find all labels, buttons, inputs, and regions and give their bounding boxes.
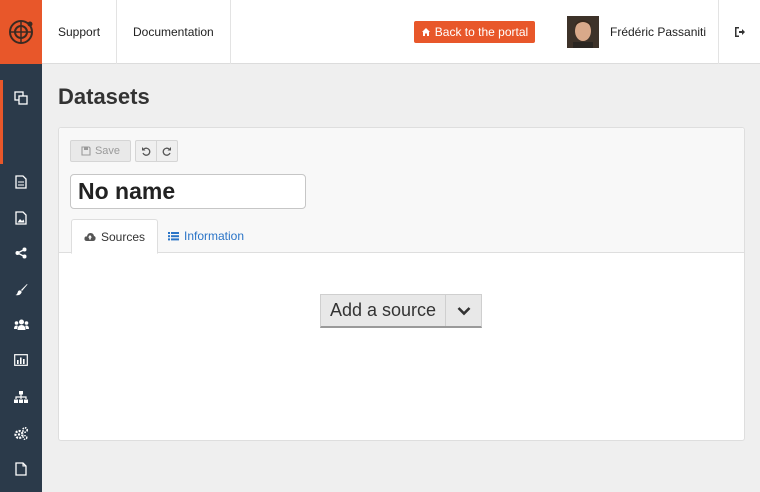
undo-button[interactable] [135, 140, 157, 162]
floppy-icon [81, 146, 91, 156]
avatar[interactable] [567, 16, 599, 48]
gears-icon [14, 426, 28, 440]
share-icon [15, 247, 27, 259]
save-button[interactable]: Save [70, 140, 131, 162]
page-title: Datasets [58, 84, 150, 109]
home-icon [421, 28, 430, 36]
sidebar-item-chart[interactable] [11, 350, 31, 370]
tab-sources[interactable]: Sources [71, 219, 159, 254]
image-file-icon [15, 211, 27, 225]
dataset-panel: Save Sources [58, 127, 745, 441]
users-icon [13, 319, 29, 330]
app-logo[interactable] [0, 0, 42, 64]
panel-header: Save Sources [59, 128, 744, 254]
sidebar-item-image[interactable] [11, 208, 31, 228]
tab-information[interactable]: Information [156, 219, 256, 253]
dataset-name-input[interactable] [70, 174, 306, 209]
bar-chart-icon [14, 354, 28, 366]
redo-button[interactable] [156, 140, 178, 162]
save-label: Save [94, 145, 121, 157]
sign-out-icon [734, 27, 745, 37]
sidebar-item-sitemap[interactable] [11, 387, 31, 407]
add-source-toggle[interactable] [446, 295, 481, 326]
redo-icon [162, 147, 171, 156]
sidebar-item-copy[interactable] [11, 88, 31, 108]
sidebar-item-gears[interactable] [11, 423, 31, 443]
sidebar-item-users[interactable] [11, 315, 31, 335]
sidebar-item-brush[interactable] [11, 279, 31, 299]
copy-icon [14, 91, 28, 105]
sidebar-item-file[interactable] [11, 172, 31, 192]
cloud-upload-icon [84, 233, 96, 241]
logout-button[interactable] [718, 0, 760, 64]
tab-information-label: Information [184, 229, 245, 243]
back-to-portal-button[interactable]: Back to the portal [414, 21, 535, 43]
file-icon [15, 175, 27, 189]
sidebar-item-blank-file[interactable] [11, 459, 31, 479]
nav-support[interactable]: Support [42, 0, 118, 64]
gear-globe-logo-icon [9, 20, 33, 44]
sidebar-item-share[interactable] [11, 243, 31, 263]
list-icon [168, 232, 179, 241]
back-to-portal-label: Back to the portal [434, 25, 529, 39]
file-blank-icon [15, 462, 27, 476]
undo-icon [142, 147, 151, 156]
chevron-down-icon [457, 306, 470, 315]
add-source-button[interactable]: Add a source [321, 295, 447, 326]
user-name[interactable]: Frédéric Passaniti [610, 0, 706, 64]
user-avatar-icon [567, 16, 599, 48]
tab-sources-label: Sources [101, 229, 146, 244]
add-source-dropdown[interactable]: Add a source [320, 294, 483, 328]
sitemap-icon [14, 391, 28, 403]
nav-documentation[interactable]: Documentation [117, 0, 231, 64]
brush-icon [15, 283, 27, 295]
top-navbar: Support Documentation Back to the portal… [0, 0, 760, 64]
